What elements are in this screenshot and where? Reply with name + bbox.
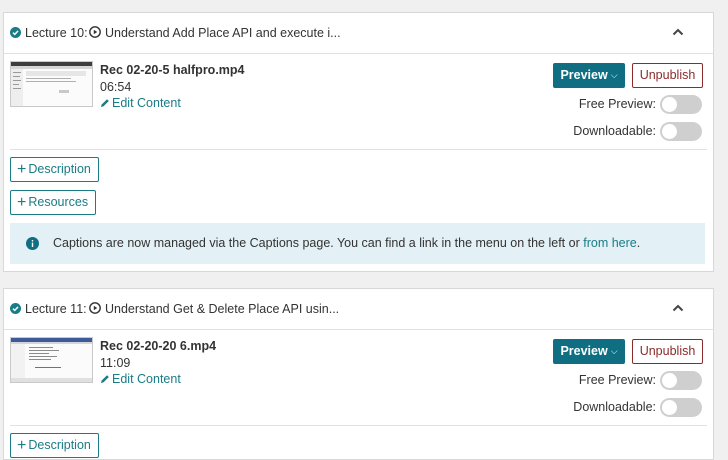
preview-label: Preview xyxy=(560,344,608,358)
downloadable-label: Downloadable: xyxy=(573,124,656,138)
lecture-card: Lecture 10: Understand Add Place API and… xyxy=(3,12,714,272)
resources-label: Resources xyxy=(28,195,89,209)
captions-message-text: Captions are now managed via the Caption… xyxy=(53,236,580,250)
toggle-knob xyxy=(662,124,677,139)
info-icon xyxy=(26,237,39,250)
pencil-icon xyxy=(101,99,109,107)
preview-label: Preview xyxy=(560,68,608,82)
caret-down-icon: ⌵ xyxy=(610,70,618,80)
free-preview-toggle[interactable] xyxy=(660,95,702,114)
captions-page-link[interactable]: from here xyxy=(583,236,637,250)
free-preview-label: Free Preview: xyxy=(578,373,656,387)
video-thumbnail[interactable] xyxy=(10,337,93,383)
chevron-up-icon[interactable] xyxy=(672,28,684,36)
add-description-button[interactable]: + Description xyxy=(10,433,99,458)
video-thumbnail[interactable] xyxy=(10,61,93,107)
plus-icon: + xyxy=(17,437,27,454)
lecture-header[interactable]: Lecture 11: Understand Get & Delete Plac… xyxy=(4,289,713,330)
edit-content-label: Edit Content xyxy=(112,372,181,386)
preview-button[interactable]: Preview ⌵ xyxy=(553,339,625,364)
pencil-icon xyxy=(101,375,109,383)
downloadable-toggle[interactable] xyxy=(660,122,702,141)
video-file-name: Rec 02-20-20 6.mp4 xyxy=(100,339,217,353)
free-preview-toggle[interactable] xyxy=(660,371,702,390)
description-label: Description xyxy=(28,438,91,452)
unpublish-button[interactable]: Unpublish xyxy=(632,339,703,364)
preview-button[interactable]: Preview ⌵ xyxy=(553,63,625,88)
add-resources-button[interactable]: + Resources xyxy=(10,190,97,215)
captions-message-end: . xyxy=(636,236,641,250)
edit-content-link[interactable]: Edit Content xyxy=(100,96,181,110)
free-preview-label: Free Preview: xyxy=(578,97,656,111)
chevron-up-icon[interactable] xyxy=(672,304,684,312)
add-description-button[interactable]: + Description xyxy=(10,157,99,182)
plus-icon: + xyxy=(17,161,27,178)
downloadable-toggle[interactable] xyxy=(660,398,702,417)
video-file-name: Rec 02-20-5 halfpro.mp4 xyxy=(100,63,245,77)
plus-icon: + xyxy=(17,194,27,211)
video-duration: 06:54 xyxy=(100,80,132,94)
captions-message: Captions are now managed via the Caption… xyxy=(53,236,640,250)
toggle-knob xyxy=(662,373,677,388)
video-duration: 11:09 xyxy=(100,356,131,370)
play-circle-icon xyxy=(89,302,101,314)
check-circle-icon xyxy=(10,27,21,38)
toggle-knob xyxy=(662,400,677,415)
edit-content-link[interactable]: Edit Content xyxy=(100,372,181,386)
captions-info-box: Captions are now managed via the Caption… xyxy=(10,223,705,264)
lecture-card: Lecture 11: Understand Get & Delete Plac… xyxy=(3,288,714,460)
check-circle-icon xyxy=(10,303,21,314)
lecture-number: Lecture 11: xyxy=(25,302,87,316)
lecture-number: Lecture 10: xyxy=(25,26,88,40)
edit-content-label: Edit Content xyxy=(112,96,181,110)
divider xyxy=(10,149,707,150)
divider xyxy=(10,425,707,426)
caret-down-icon: ⌵ xyxy=(610,346,618,356)
lecture-title: Understand Get & Delete Place API usin..… xyxy=(105,302,340,316)
lecture-title: Understand Add Place API and execute i..… xyxy=(105,26,341,40)
lecture-header[interactable]: Lecture 10: Understand Add Place API and… xyxy=(4,13,713,54)
unpublish-button[interactable]: Unpublish xyxy=(632,63,703,88)
downloadable-label: Downloadable: xyxy=(573,400,656,414)
description-label: Description xyxy=(28,162,91,176)
play-circle-icon xyxy=(89,26,101,38)
toggle-knob xyxy=(662,97,677,112)
